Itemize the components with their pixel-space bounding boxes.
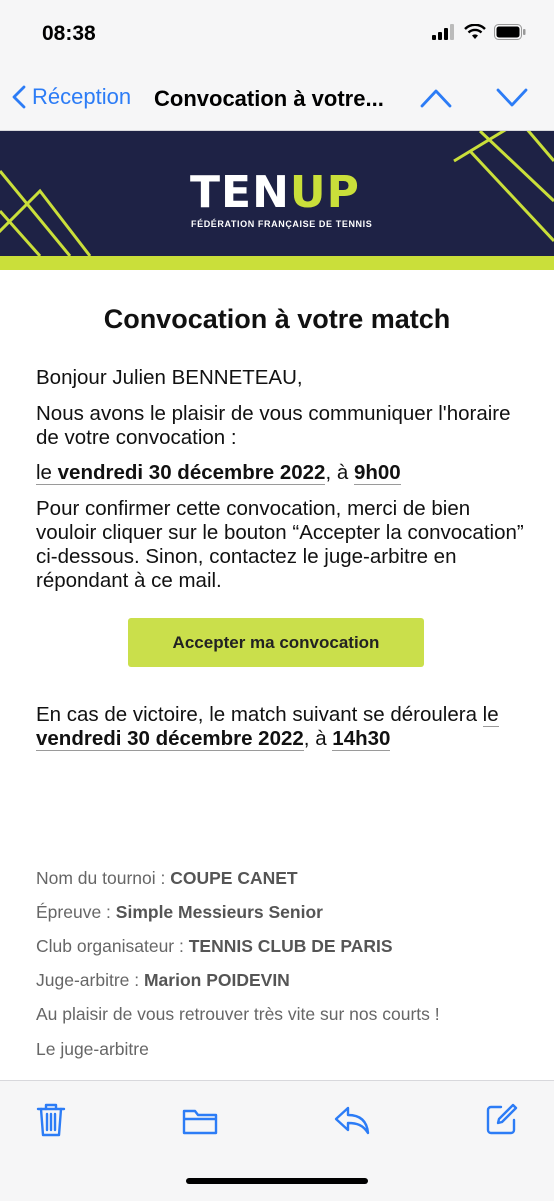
reply-icon[interactable] <box>334 1105 370 1135</box>
previous-message-icon[interactable] <box>420 86 452 110</box>
logo-up: UP <box>289 167 360 218</box>
greeting: Bonjour Julien BENNETEAU, <box>36 366 303 389</box>
banner-accent-strip <box>0 256 554 270</box>
referee: Juge-arbitre : Marion POIDEVIN <box>36 970 290 990</box>
tournament-name: Nom du tournoi : COUPE CANET <box>36 868 298 888</box>
next-match-hour: 14h30 <box>332 727 391 751</box>
email-subject: Convocation à votre... <box>154 86 384 111</box>
email-title: Convocation à votre match <box>103 304 451 334</box>
logo-ten: TEN <box>190 167 290 218</box>
mail-nav-bar: Réception Convocation à votre... <box>0 70 554 131</box>
next-match-date: vendredi 30 décembre 2022 <box>36 727 304 750</box>
closing-text: Au plaisir de vous retrouver très vite s… <box>36 1004 440 1024</box>
logo-tagline: FÉDÉRATION FRANÇAISE DE TENNIS <box>191 219 373 229</box>
home-indicator <box>186 1178 368 1184</box>
intro-text: Nous avons le plaisir de vous communique… <box>36 402 511 449</box>
organizing-club: Club organisateur : TENNIS CLUB DE PARIS <box>36 936 393 956</box>
convocation-time: le vendredi 30 décembre 2022, à 9h00 <box>36 461 401 485</box>
next-match-text: En cas de victoire, le match suivant se … <box>36 703 499 751</box>
tenup-banner: TENUP FÉDÉRATION FRANÇAISE DE TENNIS <box>0 131 554 270</box>
instructions-text: Pour confirmer cette convocation, merci … <box>36 497 524 592</box>
battery-icon <box>494 24 526 40</box>
chevron-left-icon <box>12 85 26 109</box>
next-message-icon[interactable] <box>496 86 528 110</box>
convocation-hour: 9h00 <box>353 461 401 485</box>
compose-icon[interactable] <box>486 1103 518 1135</box>
status-bar: 08:38 <box>0 0 554 70</box>
cellular-signal-icon <box>432 24 454 40</box>
event-type: Épreuve : Simple Messieurs Senior <box>36 902 323 922</box>
back-button[interactable]: Réception <box>12 84 131 110</box>
convocation-date: vendredi 30 décembre 2022 <box>57 461 326 484</box>
wifi-icon <box>464 24 486 39</box>
folder-icon[interactable] <box>182 1107 218 1135</box>
status-time: 08:38 <box>42 22 96 45</box>
signature: Le juge-arbitre <box>36 1039 149 1059</box>
accept-convocation-button[interactable]: Accepter ma convocation <box>128 618 424 667</box>
back-label: Réception <box>32 84 132 109</box>
status-icons <box>432 24 526 40</box>
tenup-logo: TENUP <box>190 167 360 218</box>
trash-icon[interactable] <box>36 1103 66 1137</box>
